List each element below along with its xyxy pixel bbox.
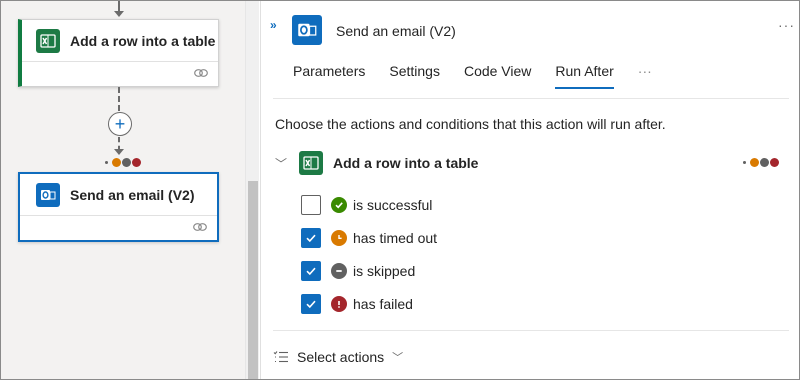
canvas-scrollbar[interactable]: [245, 1, 259, 379]
status-label: is successful: [353, 196, 433, 213]
outlook-icon: [292, 15, 322, 45]
error-icon: [331, 295, 347, 312]
status-list: is successful has timed out is skipped h…: [301, 188, 437, 320]
checkmark-icon: [306, 300, 316, 308]
arrow-down-icon: [114, 11, 124, 17]
tab-code-view[interactable]: Code View: [452, 59, 543, 89]
checklist-icon: [273, 351, 288, 363]
checkbox[interactable]: [301, 293, 321, 314]
failed-dot: [770, 158, 779, 167]
collapse-panel-button[interactable]: »: [270, 18, 277, 32]
arrow-down-icon: [114, 149, 124, 155]
checkmark-icon: [306, 267, 316, 275]
excel-icon: [299, 151, 323, 175]
timeout-dot: [750, 158, 759, 167]
details-panel: » Send an email (V2) ··· Parameters Sett…: [260, 1, 799, 379]
panel-title: Send an email (V2): [336, 23, 456, 39]
status-label: has timed out: [353, 229, 438, 246]
outlook-icon: [36, 182, 60, 207]
link-icon: [194, 69, 208, 77]
excel-action-card[interactable]: Add a row into a table: [18, 19, 219, 87]
tab-bar: Parameters Settings Code View Run After …: [281, 59, 664, 89]
run-after-indicator: [105, 158, 141, 167]
more-options-button[interactable]: ···: [778, 17, 795, 33]
skipped-dot: [122, 158, 131, 167]
tab-settings[interactable]: Settings: [377, 59, 452, 89]
status-option-successful[interactable]: is successful: [301, 188, 437, 221]
link-icon: [193, 223, 207, 231]
checkmark-icon: [306, 234, 316, 242]
run-after-indicator: [743, 158, 779, 167]
tab-parameters[interactable]: Parameters: [281, 59, 377, 89]
chevron-down-icon: ﹀: [392, 352, 404, 364]
group-title: Add a row into a table: [333, 155, 479, 171]
divider: [273, 98, 789, 99]
card-title: Add a row into a table: [70, 32, 216, 49]
insert-step-button[interactable]: +: [108, 112, 132, 136]
select-actions-dropdown[interactable]: Select actions ﹀: [273, 349, 403, 365]
checkbox[interactable]: [301, 260, 321, 281]
excel-icon: [36, 28, 60, 53]
email-action-card[interactable]: Send an email (V2): [18, 172, 219, 242]
tab-run-after[interactable]: Run After: [543, 59, 625, 89]
status-option-skipped[interactable]: is skipped: [301, 254, 437, 287]
window-frame: Add a row into a table + Send an email (…: [0, 0, 800, 380]
status-option-timed-out[interactable]: has timed out: [301, 221, 437, 254]
checkbox[interactable]: [301, 194, 321, 215]
clock-icon: [331, 229, 347, 246]
run-after-description: Choose the actions and conditions that t…: [275, 116, 666, 132]
checkbox[interactable]: [301, 227, 321, 248]
chevron-down-icon[interactable]: ﹀: [275, 155, 291, 172]
designer-canvas: Add a row into a table + Send an email (…: [1, 1, 259, 379]
skipped-dot: [760, 158, 769, 167]
scrollbar-thumb[interactable]: [248, 181, 258, 379]
tabs-overflow-button[interactable]: ···: [626, 59, 664, 89]
timeout-dot: [112, 158, 121, 167]
divider: [273, 330, 789, 331]
run-after-group-header[interactable]: ﹀ Add a row into a table: [275, 149, 785, 177]
status-option-failed[interactable]: has failed: [301, 287, 437, 320]
skip-minus-icon: [331, 262, 347, 279]
card-title: Send an email (V2): [70, 186, 195, 203]
status-label: is skipped: [353, 262, 416, 279]
success-dot: [105, 161, 108, 164]
dashed-connector: [118, 87, 120, 111]
status-label: has failed: [353, 295, 413, 312]
failed-dot: [132, 158, 141, 167]
select-actions-label: Select actions: [297, 349, 385, 365]
plus-icon: +: [114, 114, 126, 134]
checkmark-circle-icon: [331, 196, 347, 213]
success-dot: [743, 161, 746, 164]
